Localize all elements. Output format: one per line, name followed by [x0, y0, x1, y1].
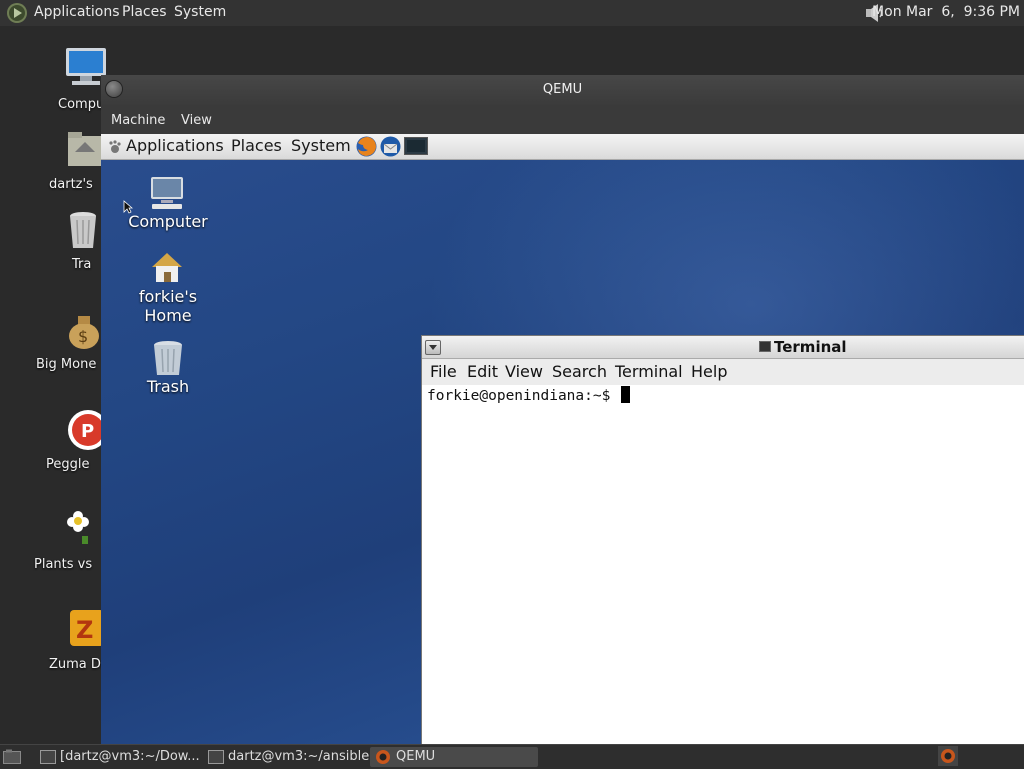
guest-menu-places[interactable]: Places	[231, 136, 282, 155]
host-icon-label: Big Mone	[36, 357, 97, 372]
host-menu-applications[interactable]: Applications	[34, 4, 120, 20]
terminal-icon[interactable]	[404, 137, 428, 155]
terminal-title: Terminal	[774, 338, 847, 356]
terminal-menu-edit[interactable]: Edit	[467, 362, 498, 381]
taskbar-item-qemu[interactable]: QEMU	[370, 747, 538, 767]
guest-desktop-label-trash[interactable]: Trash	[113, 377, 223, 396]
qemu-window: QEMU Machine View Applications Places Sy…	[101, 75, 1024, 744]
qemu-menubar: Machine View	[101, 105, 1024, 134]
qemu-menu-view[interactable]: View	[181, 113, 212, 128]
host-taskbar: [dartz@vm3:~/Dow... dartz@vm3:~/ansible …	[0, 744, 1024, 769]
gnome-foot-icon[interactable]	[106, 139, 122, 155]
terminal-menu-search[interactable]: Search	[552, 362, 607, 381]
guest-desktop-label-computer[interactable]: Computer	[113, 212, 223, 231]
guest-display[interactable]: Applications Places System Computer fork…	[101, 134, 1024, 744]
taskbar-item-terminal-downloads[interactable]: [dartz@vm3:~/Dow...	[34, 747, 200, 767]
task-label: QEMU	[396, 749, 436, 764]
terminal-icon	[208, 750, 224, 764]
task-label: dartz@vm3:~/ansible	[228, 749, 370, 764]
qemu-titlebar[interactable]: QEMU	[101, 75, 1024, 105]
host-icon-label: dartz's	[49, 177, 93, 192]
svg-text:$: $	[78, 327, 88, 346]
guest-menu-applications[interactable]: Applications	[126, 136, 224, 155]
computer-icon[interactable]	[149, 175, 185, 211]
host-icon-label: Peggle	[46, 457, 90, 472]
host-icon-label: Tra	[72, 257, 92, 272]
host-icon-label: Zuma De	[49, 657, 109, 672]
terminal-menu-help[interactable]: Help	[691, 362, 727, 381]
mouse-pointer-icon	[123, 200, 133, 214]
home-icon[interactable]	[149, 250, 185, 286]
qemu-menu-machine[interactable]: Machine	[111, 113, 165, 128]
svg-text:Z: Z	[76, 616, 93, 644]
qemu-icon[interactable]	[938, 746, 958, 766]
guest-menu-system[interactable]: System	[291, 136, 351, 155]
main-menu-logo-icon[interactable]	[7, 3, 27, 23]
terminal-menubar: File Edit View Search Terminal Help	[422, 359, 1024, 385]
terminal-menu-view[interactable]: View	[505, 362, 543, 381]
qemu-icon	[376, 750, 390, 764]
host-clock[interactable]: Mon Mar 6, 9:36 PM	[872, 4, 1020, 20]
task-label: [dartz@vm3:~/Dow...	[60, 749, 200, 764]
terminal-menu-file[interactable]: File	[430, 362, 457, 381]
guest-top-panel: Applications Places System	[101, 134, 1024, 160]
host-menu-places[interactable]: Places	[122, 4, 167, 20]
thunderbird-icon[interactable]	[379, 135, 402, 158]
prompt-text: forkie@openindiana:~$	[427, 388, 620, 404]
firefox-icon[interactable]	[355, 135, 378, 158]
text-cursor	[621, 386, 631, 403]
terminal-menu-terminal[interactable]: Terminal	[615, 362, 683, 381]
guest-desktop-label-home[interactable]: forkie's Home	[113, 287, 223, 325]
qemu-title: QEMU	[542, 82, 583, 97]
taskbar-item-terminal-ansible[interactable]: dartz@vm3:~/ansible	[202, 747, 370, 767]
svg-text:P: P	[81, 421, 94, 442]
show-desktop-icon[interactable]	[3, 749, 21, 765]
terminal-icon	[40, 750, 56, 764]
terminal-body[interactable]: forkie@openindiana:~$	[422, 385, 1024, 744]
terminal-titlebar[interactable]: Terminal	[422, 336, 1024, 359]
terminal-icon	[759, 341, 771, 352]
guest-terminal-window: Terminal File Edit View Search Terminal …	[421, 335, 1024, 744]
terminal-prompt: forkie@openindiana:~$	[427, 386, 631, 404]
host-menu-system[interactable]: System	[174, 4, 226, 20]
host-icon-label: Plants vs	[34, 557, 93, 572]
window-menu-button[interactable]	[425, 340, 441, 355]
host-icon-label: Compu	[58, 97, 105, 112]
trash-icon[interactable]	[151, 340, 185, 378]
host-top-panel: Applications Places System Mon Mar 6, 9:…	[0, 0, 1024, 26]
